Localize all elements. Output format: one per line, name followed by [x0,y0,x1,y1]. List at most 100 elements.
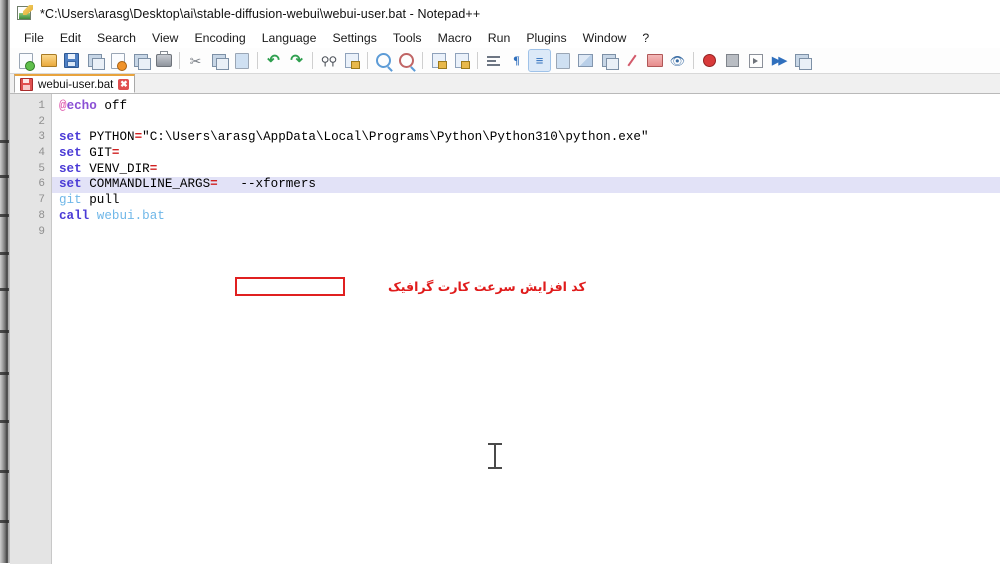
code-line-8[interactable]: call webui.bat [52,209,1000,225]
toolbar-play-macro[interactable] [745,50,766,71]
toolbar: ✂ ↶ ↷ ⚲⚲ ¶ ≡ 👁 ▶▶ [10,48,1000,74]
toolbar-redo[interactable]: ↷ [286,50,307,71]
toolbar-indent-guide[interactable]: ≡ [528,49,551,72]
code-line-5[interactable]: set VENV_DIR= [52,162,1000,178]
code-text-area[interactable]: @echo off set PYTHON="C:\Users\arasg\App… [52,94,1000,564]
code-line-9[interactable] [52,225,1000,241]
code-line-2[interactable] [52,115,1000,131]
toolbar-find[interactable]: ⚲⚲ [318,50,339,71]
toolbar-udl[interactable] [552,50,573,71]
toolbar-save-all[interactable] [84,50,105,71]
code-line-6[interactable]: set COMMANDLINE_ARGS= --xformers [52,177,1000,194]
toolbar-save[interactable] [61,50,82,71]
code-line-4[interactable]: set GIT= [52,146,1000,162]
line-number: 4 [38,147,45,160]
line-number-gutter: 1 2 3 4 5 6 7 8 9 [10,94,52,564]
toolbar-separator [312,52,313,69]
toolbar-sync-horizontal[interactable] [451,50,472,71]
close-tab-icon[interactable]: ✖ [118,78,130,90]
toolbar-copy[interactable] [208,50,229,71]
menu-bar: File Edit Search View Encoding Language … [10,27,1000,48]
user-defined-dialog-icon [555,52,570,69]
menu-file[interactable]: File [16,29,52,47]
function-list-icon [601,54,619,70]
menu-tools[interactable]: Tools [385,29,430,47]
toolbar-function-list[interactable] [598,50,619,71]
redo-icon: ↷ [290,52,303,69]
tab-webui-user-bat[interactable]: webui-user.bat ✖ [14,74,136,93]
toolbar-record-macro[interactable] [699,50,720,71]
menu-settings[interactable]: Settings [324,29,384,47]
notepad-plus-plus-icon [17,5,33,21]
folder-as-workspace-icon [646,54,663,67]
toolbar-word-wrap[interactable] [483,50,504,71]
line-number: 6 [38,178,45,191]
undo-icon: ↶ [267,52,280,69]
document-map-icon [578,54,593,67]
xformers-highlight-box [235,277,345,296]
menu-window[interactable]: Window [575,29,635,47]
menu-macro[interactable]: Macro [430,29,480,47]
toolbar-new[interactable] [15,50,36,71]
menu-search[interactable]: Search [89,29,144,47]
set-keyword: set [59,177,82,192]
toolbar-separator [257,52,258,69]
print-icon [155,51,172,67]
toolbar-close-all[interactable] [130,50,151,71]
set-keyword: set [59,161,82,176]
toolbar-cut[interactable]: ✂ [185,50,206,71]
line-number: 5 [38,162,45,175]
toolbar-save-macro[interactable] [791,50,812,71]
close-all-icon [133,54,151,70]
menu-plugins[interactable]: Plugins [518,29,574,47]
zoom-in-icon [376,53,391,68]
toolbar-zoom-in[interactable] [373,50,394,71]
toolbar-show-all-chars[interactable]: ¶ [506,50,527,71]
toolbar-doc-map[interactable] [575,50,596,71]
code-line-3[interactable]: set PYTHON="C:\Users\arasg\AppData\Local… [52,130,1000,146]
editor-area[interactable]: 1 2 3 4 5 6 7 8 9 @echo off set PYTHON="… [10,94,1000,564]
toolbar-print[interactable] [153,50,174,71]
toolbar-zoom-out[interactable] [396,50,417,71]
toolbar-stop-macro[interactable] [722,50,743,71]
equals-op: = [111,146,120,161]
sync-vertical-icon [431,53,447,69]
toolbar-macro-pen[interactable] [621,50,642,71]
menu-run[interactable]: Run [480,29,519,47]
code-line-1[interactable]: @echo off [52,99,1000,115]
echo-arg: off [96,99,128,113]
git-command: git [59,193,82,208]
stop-macro-icon [726,54,739,67]
save-all-icon [87,54,105,70]
at-token: @ [59,99,67,113]
sync-horizontal-icon [454,53,470,69]
toolbar-monitoring[interactable]: 👁 [667,50,688,71]
toolbar-sync-vertical[interactable] [428,50,449,71]
menu-view[interactable]: View [144,29,186,47]
menu-edit[interactable]: Edit [52,29,89,47]
python-var: PYTHON [81,130,135,145]
code-line-7[interactable]: git pull [52,193,1000,209]
word-wrap-icon [487,55,500,66]
line-number: 8 [38,209,45,222]
menu-help[interactable]: ? [634,29,657,47]
tab-bar: webui-user.bat ✖ [10,74,1000,94]
toolbar-paste[interactable] [231,50,252,71]
toolbar-close[interactable] [107,50,128,71]
zoom-out-icon [399,53,414,68]
xformers-value: --xformers [217,177,316,192]
toolbar-folder-workspace[interactable] [644,50,665,71]
save-icon [64,53,79,68]
call-keyword: call [59,208,90,223]
line-number: 2 [38,115,45,128]
toolbar-run-multiple[interactable]: ▶▶ [768,50,789,71]
toolbar-open[interactable] [38,50,59,71]
toolbar-replace[interactable] [341,50,362,71]
toolbar-undo[interactable]: ↶ [263,50,284,71]
menu-language[interactable]: Language [254,29,325,47]
equals-op: = [210,177,218,192]
menu-encoding[interactable]: Encoding [186,29,253,47]
copy-icon [211,54,229,70]
echo-keyword: echo [66,99,97,113]
monitoring-eye-icon: 👁 [669,53,686,68]
